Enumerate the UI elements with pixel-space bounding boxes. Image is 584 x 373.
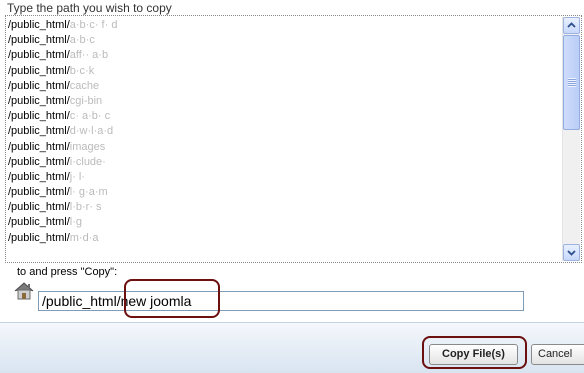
directory-path-prefix: /public_html/: [8, 201, 70, 214]
directory-name: a·b·c: [69, 34, 95, 47]
directory-list-item[interactable]: /public_html/images: [8, 140, 561, 155]
copy-button-highlight-annotation: [422, 336, 527, 369]
chevron-up-icon: [567, 22, 576, 28]
directory-path-prefix: /public_html/: [8, 231, 70, 244]
directory-list-item[interactable]: /public_html/l·b·r· s: [8, 200, 561, 215]
scroll-down-button[interactable]: [563, 244, 580, 261]
directory-list-item[interactable]: /public_html/a·b·c· f· d: [8, 18, 561, 33]
instruction-label: to and press "Copy":: [17, 266, 118, 278]
path-highlight-annotation: [124, 279, 220, 318]
directory-list-item[interactable]: /public_html/j· l·: [8, 170, 561, 185]
directory-list-item[interactable]: /public_html/c· a·b· c: [8, 109, 561, 124]
copy-prompt-label: Type the path you wish to copy: [7, 1, 172, 15]
directory-path-prefix: /public_html/: [8, 186, 70, 199]
directory-path-prefix: /public_html/: [8, 34, 70, 47]
directory-path-prefix: /public_html/: [8, 155, 70, 168]
scroll-grip: [568, 78, 576, 87]
directory-name: c· a·b· c: [69, 110, 111, 123]
directory-name: l· g·a·m: [69, 186, 108, 199]
directory-name: b·c·k: [69, 64, 95, 77]
directory-path-prefix: /public_html/: [8, 216, 70, 229]
directory-list-item[interactable]: /public_html/d·w·l·a·d: [8, 124, 561, 139]
chevron-down-icon: [567, 250, 576, 256]
listbox-scrollbar[interactable]: [562, 17, 580, 261]
directory-name: j· l·: [69, 170, 86, 183]
directory-path-prefix: /public_html/: [8, 110, 70, 123]
directory-listbox[interactable]: /public_html/a·b·c· f· d/public_html/a·b…: [5, 15, 582, 263]
directory-list-item[interactable]: /public_html/b·c·k: [8, 64, 561, 79]
directory-list-item[interactable]: /public_html/i·clude·: [8, 155, 561, 170]
directory-path-prefix: /public_html/: [8, 79, 70, 92]
scroll-thumb[interactable]: [563, 35, 580, 130]
scroll-up-button[interactable]: [563, 17, 580, 34]
directory-name: a·b·c· f· d: [69, 19, 118, 31]
directory-name: m·d·a: [69, 231, 99, 244]
directory-list-item[interactable]: /public_html/cgi-bin: [8, 94, 561, 109]
directory-list-item[interactable]: /public_html/a·b·c: [8, 33, 561, 48]
directory-name: cgi-bin: [69, 94, 103, 107]
directory-list: /public_html/a·b·c· f· d/public_html/a·b…: [8, 18, 561, 262]
directory-name: l·g: [69, 216, 82, 229]
directory-path-prefix: /public_html/: [8, 64, 70, 77]
directory-list-item[interactable]: /public_html/l· g·a·m: [8, 185, 561, 200]
directory-path-prefix: /public_html/: [8, 49, 70, 62]
directory-list-item[interactable]: /public_html/m·d·a: [8, 231, 561, 246]
directory-path-prefix: /public_html/: [8, 125, 70, 138]
directory-name: d·w·l·a·d: [69, 125, 114, 138]
directory-path-prefix: /public_html/: [8, 94, 70, 107]
directory-list-item[interactable]: /public_html/aff·· a·b: [8, 48, 561, 63]
directory-name: i·clude·: [69, 155, 106, 168]
directory-name: aff·· a·b: [69, 49, 109, 62]
directory-path-prefix: /public_html/: [8, 140, 70, 153]
home-icon[interactable]: [13, 281, 35, 301]
cancel-button[interactable]: Cancel: [531, 344, 584, 365]
directory-name: l·b·r· s: [69, 201, 102, 214]
destination-path-input[interactable]: [38, 291, 524, 311]
directory-path-prefix: /public_html/: [8, 170, 70, 183]
directory-path-prefix: /public_html/: [8, 19, 70, 31]
directory-list-item[interactable]: /public_html/cache: [8, 79, 561, 94]
directory-name: images: [69, 140, 106, 153]
directory-name: cache: [69, 79, 100, 92]
directory-list-item[interactable]: /public_html/l·g: [8, 215, 561, 230]
